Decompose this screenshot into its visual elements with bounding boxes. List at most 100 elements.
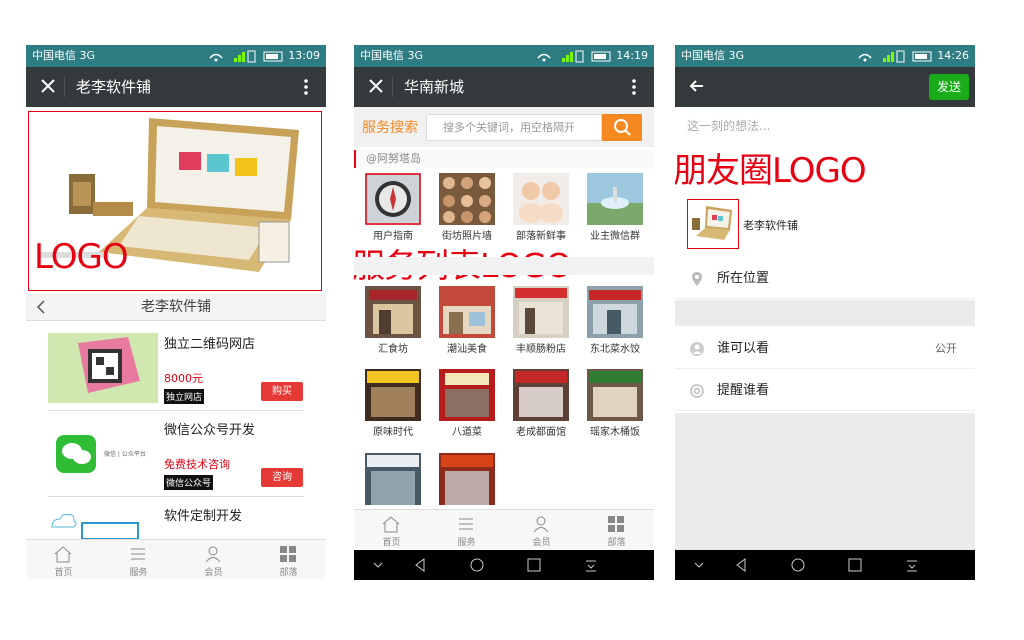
grid-icon — [280, 546, 296, 562]
product-thumbnail — [48, 505, 158, 539]
more-icon[interactable] — [624, 77, 644, 97]
service-item[interactable]: 丰顺肠粉店 — [506, 286, 576, 361]
service-item[interactable]: 汇食坊 — [358, 286, 428, 361]
product-tag: 微信公众号 — [164, 475, 214, 490]
home-circle-icon[interactable] — [790, 557, 806, 573]
phone-shop-page: 中国电信 3G 13:09 老李软件铺 LOGO 老李软件铺 独立二维码网店 8… — [26, 45, 326, 580]
top-nav: 老李软件铺 — [26, 67, 326, 107]
system-nav-bar — [675, 550, 975, 580]
tab-member[interactable]: 会员 — [176, 540, 251, 580]
location-pin-icon — [692, 272, 702, 286]
location-row[interactable]: 所在位置 — [675, 259, 975, 299]
service-name: 八道菜 — [452, 427, 482, 438]
status-icons — [858, 50, 932, 63]
service-name: 潮汕美食 — [447, 344, 487, 355]
product-thumbnail: 微信 | 公众平台 — [48, 419, 158, 489]
remind-label: 提醒谁看 — [717, 383, 770, 398]
search-button[interactable] — [602, 114, 642, 141]
list-icon — [459, 518, 473, 530]
visibility-row[interactable]: 谁可以看 公开 — [675, 329, 975, 369]
service-item[interactable]: 八道菜 — [432, 369, 502, 444]
carrier-label: 中国电信 3G — [360, 49, 424, 62]
status-icons — [537, 50, 611, 63]
user-icon — [205, 546, 221, 563]
recents-square-icon[interactable] — [847, 557, 863, 573]
more-icon[interactable] — [296, 77, 316, 97]
tab-member[interactable]: 会员 — [504, 510, 579, 550]
product-price: 免费技术咨询 — [164, 458, 230, 471]
home-icon — [54, 546, 72, 563]
status-bar: 中国电信 3G 14:26 — [675, 45, 975, 67]
product-tag: 独立网店 — [164, 389, 205, 404]
consult-button[interactable]: 咨询 — [261, 468, 303, 487]
service-item[interactable]: 潮汕美食 — [432, 286, 502, 361]
close-icon[interactable] — [366, 76, 386, 96]
notification-pull-icon[interactable] — [904, 557, 920, 573]
tab-home[interactable]: 首页 — [354, 510, 429, 550]
service-item[interactable]: 东北菜水饺 — [580, 286, 650, 361]
back-triangle-icon[interactable] — [412, 557, 428, 573]
chevron-down-icon[interactable] — [691, 557, 707, 573]
tab-services[interactable]: 服务 — [429, 510, 504, 550]
bottom-tab-bar: 首页 服务 会员 部落 — [354, 509, 654, 549]
service-item[interactable]: 业主微信群 — [580, 173, 650, 248]
service-item[interactable]: 瑶家木桶饭 — [580, 369, 650, 444]
buy-button[interactable]: 购买 — [261, 382, 303, 401]
system-nav-bar — [354, 550, 654, 580]
service-item[interactable]: 原味时代 — [358, 369, 428, 444]
shop-front-thumbnail — [365, 453, 421, 505]
send-button[interactable]: 发送 — [929, 74, 969, 100]
location-label: 所在位置 — [717, 271, 770, 286]
shop-header: 老李软件铺 — [26, 293, 326, 321]
shop-front-thumbnail — [365, 369, 421, 421]
list-item[interactable]: 微信 | 公众平台 微信公众号开发 免费技术咨询 微信公众号 咨询 — [48, 413, 304, 497]
tab-services[interactable]: 服务 — [101, 540, 176, 580]
back-triangle-icon[interactable] — [733, 557, 749, 573]
tab-home[interactable]: 首页 — [26, 540, 101, 580]
service-item[interactable]: 老成都面馆 — [506, 369, 576, 444]
shop-front-thumbnail — [587, 286, 643, 338]
service-item[interactable] — [358, 453, 428, 509]
shop-title: 老李软件铺 — [141, 299, 211, 315]
link-thumbnail — [687, 199, 739, 249]
page-title: 华南新城 — [404, 78, 465, 96]
section-divider — [675, 300, 975, 326]
tab-tribe[interactable]: 部落 — [251, 540, 326, 580]
service-item[interactable] — [432, 453, 502, 509]
service-item[interactable]: 街坊照片墙 — [432, 173, 502, 248]
home-circle-icon[interactable] — [469, 557, 485, 573]
phone-service-list: 中国电信 3G 14:19 华南新城 服务搜索 搜多个关键词，用空格隔开 @阿努… — [354, 45, 654, 580]
product-name: 独立二维码网店 — [164, 337, 256, 352]
clock: 14:26 — [937, 49, 969, 62]
empty-area — [675, 413, 975, 550]
recents-square-icon[interactable] — [526, 557, 542, 573]
search-input[interactable]: 搜多个关键词，用空格隔开 — [426, 114, 602, 141]
list-item[interactable]: 软件定制开发 — [48, 499, 304, 539]
home-icon — [382, 516, 400, 533]
tab-tribe[interactable]: 部落 — [579, 510, 654, 550]
thought-input[interactable]: 这一刻的想法... — [687, 117, 770, 134]
service-item[interactable]: 用户指南 — [358, 173, 428, 248]
logo-annotation: LOGO — [34, 237, 129, 277]
people-icon — [690, 342, 704, 356]
remind-row[interactable]: 提醒谁看 — [675, 371, 975, 411]
search-label: 服务搜索 — [362, 120, 418, 136]
owners-group-thumbnail — [587, 173, 643, 225]
clock: 14:19 — [616, 49, 648, 62]
search-bar: 服务搜索 搜多个关键词，用空格隔开 — [354, 107, 654, 147]
notification-pull-icon[interactable] — [583, 557, 599, 573]
status-bar: 中国电信 3G 14:19 — [354, 45, 654, 67]
list-item[interactable]: 独立二维码网店 8000元 独立网店 购买 — [48, 327, 304, 411]
close-icon[interactable] — [38, 76, 58, 96]
arrow-left-icon[interactable] — [687, 76, 707, 96]
visibility-value: 公开 — [935, 342, 957, 355]
nav-divider — [392, 77, 393, 97]
service-name: 汇食坊 — [378, 344, 408, 355]
service-name: 业主微信群 — [590, 231, 640, 242]
service-item[interactable]: 部落新鲜事 — [506, 173, 576, 248]
shop-front-thumbnail — [513, 286, 569, 338]
product-thumbnail — [48, 333, 158, 403]
bottom-tab-bar: 首页 服务 会员 部落 — [26, 539, 326, 579]
status-icons — [209, 50, 283, 63]
chevron-down-icon[interactable] — [370, 557, 386, 573]
